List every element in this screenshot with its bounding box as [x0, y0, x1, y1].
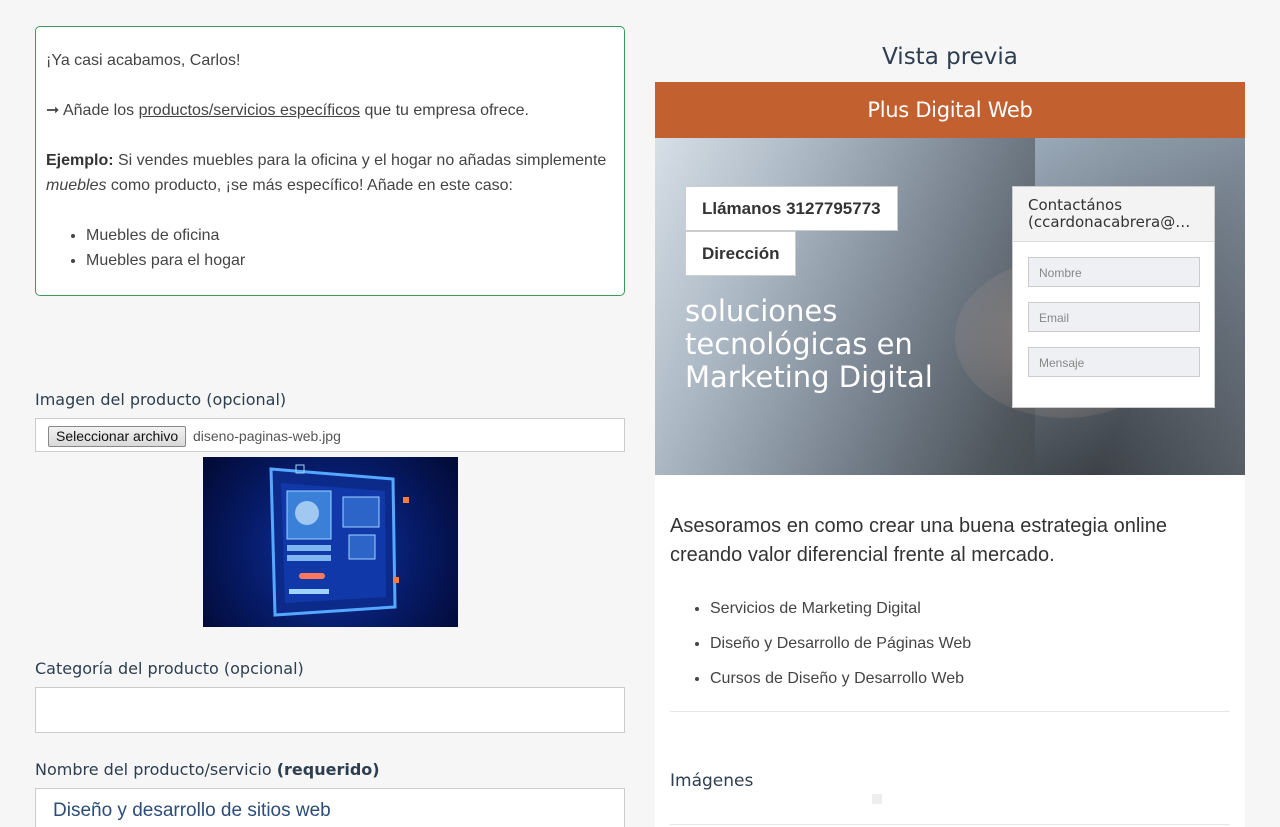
- address-button[interactable]: Dirección: [685, 231, 797, 276]
- contact-form-header: Contactános (ccardonacabrera@gmail.com): [1013, 187, 1214, 242]
- greeting-text: ¡Ya casi acabamos, Carlos!: [46, 52, 241, 69]
- select-file-button[interactable]: Seleccionar archivo: [48, 426, 187, 447]
- contact-form: Contactános (ccardonacabrera@gmail.com) …: [1012, 186, 1215, 408]
- product-name-value: Diseño y desarrollo de sitios web: [53, 800, 331, 821]
- contact-message-field[interactable]: Mensaje: [1028, 347, 1200, 377]
- contact-title: Contactános: [1028, 197, 1123, 214]
- tablet-illustration: [269, 464, 409, 617]
- name-field-label: Nombre del producto/servicio (requerido): [35, 760, 380, 779]
- image-field-label: Imagen del producto (opcional): [35, 390, 287, 409]
- category-input[interactable]: [35, 687, 625, 733]
- form-column: ¡Ya casi acabamos, Carlos! ➞ Añade los p…: [35, 26, 625, 827]
- divider: [670, 824, 1230, 825]
- image-file-input[interactable]: Seleccionar archivo diseno-paginas-web.j…: [35, 418, 625, 452]
- example-item: Muebles para el hogar: [86, 248, 614, 273]
- images-heading: Imágenes: [670, 771, 754, 791]
- site-preview: Plus Digital Web Llámanos 3127795773 Dir…: [655, 82, 1245, 827]
- category-field-label: Categoría del producto (opcional): [35, 659, 304, 678]
- call-button[interactable]: Llámanos 3127795773: [685, 186, 898, 231]
- example-label: Ejemplo:: [46, 152, 114, 169]
- example-list: Muebles de oficina Muebles para el hogar: [86, 223, 614, 273]
- preview-brand-bar: Plus Digital Web: [655, 82, 1245, 138]
- arrow-icon: ➞: [46, 102, 60, 119]
- instruction-text: ➞ Añade los productos/servicios específi…: [46, 102, 529, 119]
- contact-name-field[interactable]: Nombre: [1028, 257, 1200, 287]
- preview-body: Asesoramos en como crear una buena estra…: [655, 475, 1245, 791]
- preview-title: Vista previa: [882, 44, 1018, 70]
- image-placeholder: [872, 794, 882, 804]
- divider: [670, 711, 1230, 712]
- example-text: Ejemplo: Si vendes muebles para la ofici…: [46, 152, 607, 194]
- preview-hero: Llámanos 3127795773 Dirección soluciones…: [655, 138, 1245, 475]
- hero-headline: soluciones tecnológicas en Marketing Dig…: [685, 294, 933, 394]
- info-callout: ¡Ya casi acabamos, Carlos! ➞ Añade los p…: [35, 26, 625, 296]
- service-item: Servicios de Marketing Digital: [710, 591, 1230, 626]
- services-list: Servicios de Marketing Digital Diseño y …: [710, 591, 1230, 696]
- service-item: Cursos de Diseño y Desarrollo Web: [710, 661, 1230, 696]
- preview-lead: Asesoramos en como crear una buena estra…: [670, 515, 1167, 566]
- contact-email-field[interactable]: Email: [1028, 302, 1200, 332]
- product-name-input[interactable]: Diseño y desarrollo de sitios web: [35, 788, 625, 827]
- service-item: Diseño y Desarrollo de Páginas Web: [710, 626, 1230, 661]
- products-link[interactable]: productos/servicios específicos: [139, 102, 360, 119]
- product-image-preview: [203, 457, 458, 627]
- contact-email: (ccardonacabrera@gmail.com): [1028, 214, 1199, 231]
- selected-filename: diseno-paginas-web.jpg: [193, 428, 341, 444]
- example-item: Muebles de oficina: [86, 223, 614, 248]
